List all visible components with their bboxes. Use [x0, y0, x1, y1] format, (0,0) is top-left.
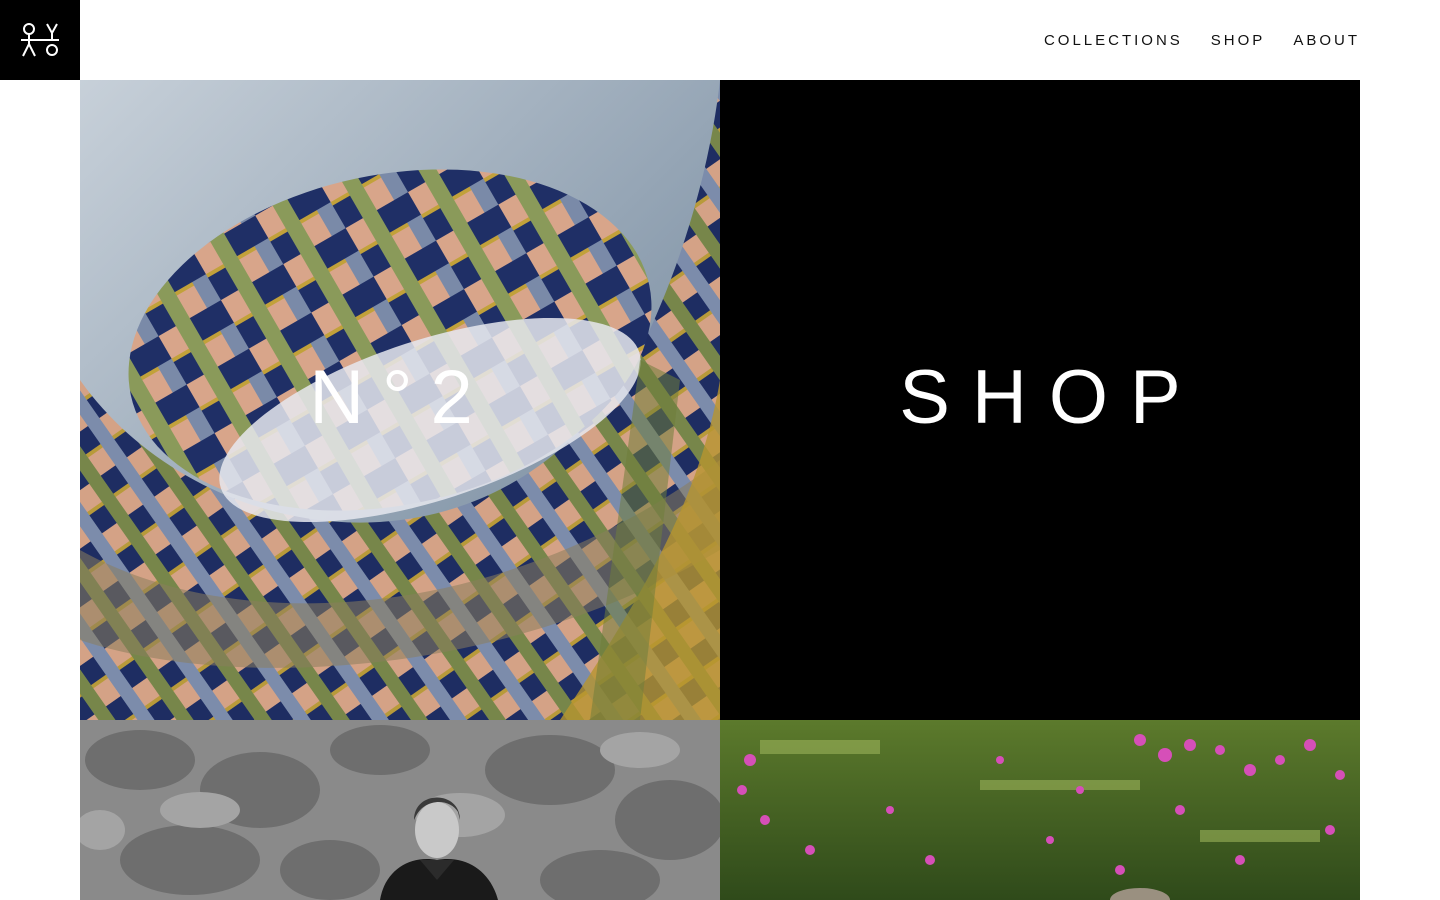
meadow-tile[interactable]	[720, 720, 1360, 900]
portrait-tile[interactable]	[80, 720, 720, 900]
tile-grid: N°2 SHOP	[80, 80, 1360, 900]
portrait-stone-wall-photo	[80, 720, 720, 900]
nav-item-collections[interactable]: COLLECTIONS	[1044, 32, 1183, 49]
collection-title: N°2	[309, 355, 491, 440]
shop-title: SHOP	[899, 355, 1203, 440]
nav-item-shop[interactable]: SHOP	[1211, 32, 1266, 49]
nav-item-about[interactable]: ABOUT	[1293, 32, 1360, 49]
main-nav: COLLECTIONS SHOP ABOUT	[1044, 0, 1360, 80]
meadow-pink-flowers-photo	[720, 720, 1360, 900]
figures-logo-icon	[21, 23, 59, 57]
shop-tile[interactable]: SHOP	[720, 80, 1360, 720]
collection-tile[interactable]: N°2	[80, 80, 720, 720]
home-logo[interactable]	[0, 0, 80, 80]
